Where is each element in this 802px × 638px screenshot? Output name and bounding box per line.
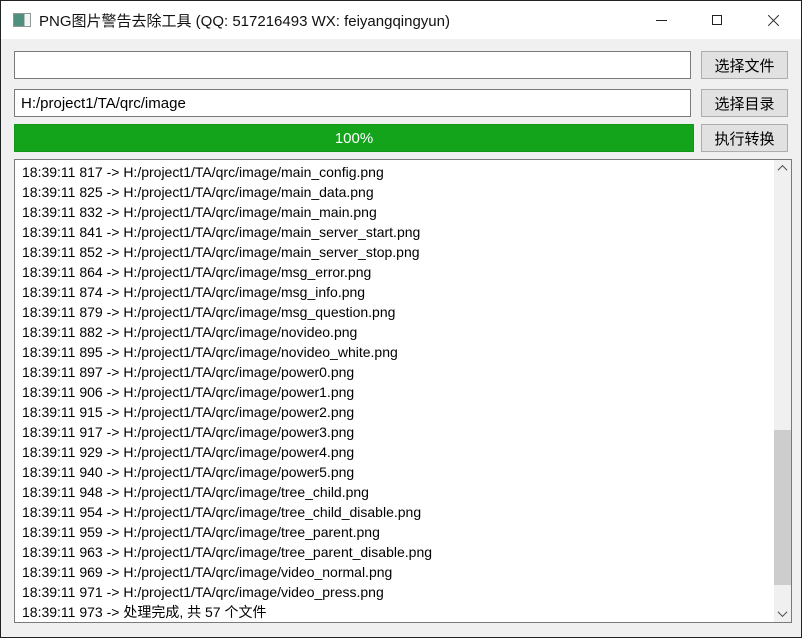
log-line: 18:39:11 832 -> H:/project1/TA/qrc/image… (22, 202, 767, 222)
log-line: 18:39:11 825 -> H:/project1/TA/qrc/image… (22, 182, 767, 202)
log-line: 18:39:11 948 -> H:/project1/TA/qrc/image… (22, 482, 767, 502)
log-line: 18:39:11 940 -> H:/project1/TA/qrc/image… (22, 462, 767, 482)
select-file-button[interactable]: 选择文件 (701, 51, 788, 79)
log-line: 18:39:11 897 -> H:/project1/TA/qrc/image… (22, 362, 767, 382)
app-icon-pane-left (14, 14, 25, 26)
log-line: 18:39:11 882 -> H:/project1/TA/qrc/image… (22, 322, 767, 342)
window-title: PNG图片警告去除工具 (QQ: 517216493 WX: feiyangqi… (39, 10, 450, 31)
log-line: 18:39:11 874 -> H:/project1/TA/qrc/image… (22, 282, 767, 302)
log-scrollbar[interactable] (774, 160, 791, 622)
log-line: 18:39:11 915 -> H:/project1/TA/qrc/image… (22, 402, 767, 422)
caption-buttons (633, 1, 801, 39)
log-line: 18:39:11 864 -> H:/project1/TA/qrc/image… (22, 262, 767, 282)
scroll-thumb[interactable] (774, 430, 791, 585)
log-line: 18:39:11 906 -> H:/project1/TA/qrc/image… (22, 382, 767, 402)
log-line: 18:39:11 879 -> H:/project1/TA/qrc/image… (22, 302, 767, 322)
minimize-button[interactable] (633, 1, 689, 39)
log-line: 18:39:11 971 -> H:/project1/TA/qrc/image… (22, 582, 767, 602)
select-dir-button[interactable]: 选择目录 (701, 89, 788, 117)
minimize-icon (656, 20, 667, 21)
app-icon (13, 13, 31, 27)
log-line: 18:39:11 817 -> H:/project1/TA/qrc/image… (22, 162, 767, 182)
log-line: 18:39:11 959 -> H:/project1/TA/qrc/image… (22, 522, 767, 542)
maximize-icon (712, 15, 722, 25)
dir-path-input[interactable] (14, 89, 691, 117)
maximize-button[interactable] (689, 1, 745, 39)
log-line: 18:39:11 841 -> H:/project1/TA/qrc/image… (22, 222, 767, 242)
log-line: 18:39:11 954 -> H:/project1/TA/qrc/image… (22, 502, 767, 522)
app-window: PNG图片警告去除工具 (QQ: 517216493 WX: feiyangqi… (0, 0, 802, 638)
app-icon-pane-right (25, 14, 30, 26)
close-button[interactable] (745, 1, 801, 39)
progress-bar: 100% (14, 124, 694, 152)
chevron-up-icon (778, 165, 788, 175)
scroll-up-button[interactable] (774, 160, 791, 177)
log-line: 18:39:11 963 -> H:/project1/TA/qrc/image… (22, 542, 767, 562)
file-path-input[interactable] (14, 51, 691, 79)
progress-fill: 100% (15, 125, 693, 151)
chevron-down-icon (778, 607, 788, 617)
log-line: 18:39:11 973 -> 处理完成, 共 57 个文件 (22, 602, 767, 622)
titlebar: PNG图片警告去除工具 (QQ: 517216493 WX: feiyangqi… (1, 1, 801, 39)
log-line: 18:39:11 969 -> H:/project1/TA/qrc/image… (22, 562, 767, 582)
run-convert-button[interactable]: 执行转换 (701, 124, 788, 152)
log-area[interactable]: 18:39:11 817 -> H:/project1/TA/qrc/image… (14, 159, 792, 623)
log-line: 18:39:11 917 -> H:/project1/TA/qrc/image… (22, 422, 767, 442)
log-lines: 18:39:11 817 -> H:/project1/TA/qrc/image… (22, 162, 767, 622)
close-icon (767, 14, 780, 27)
log-line: 18:39:11 895 -> H:/project1/TA/qrc/image… (22, 342, 767, 362)
log-line: 18:39:11 852 -> H:/project1/TA/qrc/image… (22, 242, 767, 262)
log-line: 18:39:11 929 -> H:/project1/TA/qrc/image… (22, 442, 767, 462)
scroll-down-button[interactable] (774, 605, 791, 622)
progress-label: 100% (335, 130, 373, 147)
